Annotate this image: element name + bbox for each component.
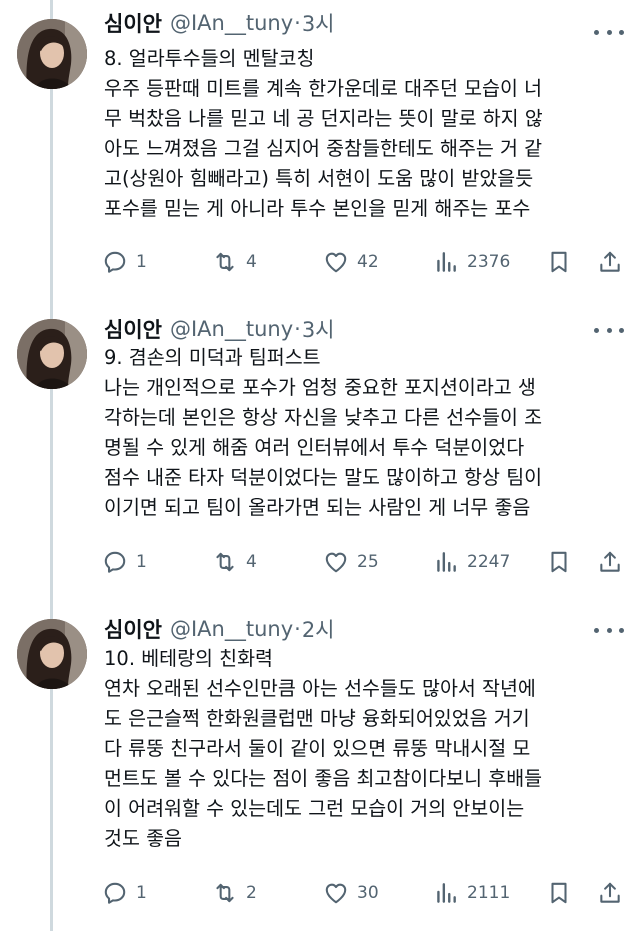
views-count: 2111 <box>467 883 511 903</box>
author-name[interactable]: 심이안 <box>104 314 162 344</box>
avatar[interactable] <box>17 619 87 689</box>
avatar-image <box>17 619 87 689</box>
more-icon[interactable] <box>594 320 624 340</box>
views-icon <box>437 552 456 572</box>
tweet-line: 먼트도 볼 수 있다는 점이 좋음 최고참이다보니 후배들 <box>104 767 543 790</box>
more-icon[interactable] <box>594 22 624 42</box>
separator-dot: · <box>294 11 301 35</box>
more-icon[interactable] <box>594 620 624 640</box>
bookmark-button[interactable] <box>546 547 572 577</box>
share-button[interactable] <box>597 247 623 277</box>
tweet-line: 도 은근슬쩍 한화원클럽맨 마냥 융화되어있었음 거기 <box>104 707 530 730</box>
separator-dot: · <box>294 617 301 641</box>
like-button[interactable]: 42 <box>323 247 379 277</box>
views-count: 2247 <box>467 552 511 572</box>
tweet-text: 9. 겸손의 미덕과 팀퍼스트 나는 개인적으로 포수가 엄청 중요한 포지션이… <box>104 343 624 523</box>
views-icon <box>437 252 456 272</box>
heart-icon <box>325 883 347 904</box>
share-icon <box>600 882 620 903</box>
views-icon <box>437 883 456 903</box>
author-name[interactable]: 심이안 <box>104 8 162 38</box>
share-button[interactable] <box>597 878 623 908</box>
tweet-actions: 1 4 25 2247 <box>100 547 630 577</box>
retweet-count: 4 <box>246 552 257 572</box>
tweet-line: 것도 좋음 <box>104 827 182 850</box>
views-button[interactable]: 2376 <box>433 247 510 277</box>
author-handle[interactable]: @IAn__tuny <box>170 317 293 341</box>
retweet-button[interactable]: 4 <box>212 547 257 577</box>
heart-icon <box>325 552 347 573</box>
bookmark-button[interactable] <box>546 247 572 277</box>
retweet-count: 2 <box>246 883 257 903</box>
reply-button[interactable]: 1 <box>102 247 147 277</box>
like-count: 42 <box>357 252 379 272</box>
share-icon <box>600 551 620 572</box>
author-name[interactable]: 심이안 <box>104 614 162 644</box>
tweet-line: 포수를 믿는 게 아니라 투수 본인을 믿게 해주는 포수 <box>104 197 531 220</box>
avatar[interactable] <box>17 19 87 89</box>
tweet-line: 나는 개인적으로 포수가 엄청 중요한 포지션이라고 생 <box>104 376 536 399</box>
retweet-button[interactable]: 4 <box>212 247 257 277</box>
tweet-line: 다 류뚱 친구라서 둘이 같이 있으면 류뚱 막내시절 모 <box>104 737 531 760</box>
tweet-line: 우주 등판때 미트를 계속 한가운데로 대주던 모습이 너 <box>104 77 543 100</box>
views-button[interactable]: 2247 <box>433 547 510 577</box>
tweet-line: 각하는데 본인은 항상 자신을 낮추고 다른 선수들이 조 <box>104 406 543 429</box>
reply-icon <box>104 551 126 573</box>
bookmark-button[interactable] <box>546 878 572 908</box>
share-icon <box>600 251 620 272</box>
tweet-1[interactable]: 심이안 @IAn__tuny · 3시 8. 얼라투수들의 멘탈코칭 우주 등판… <box>0 0 640 300</box>
reply-count: 1 <box>136 883 147 903</box>
tweet-line: 이 어려워할 수 있는데도 그런 모습이 거의 안보이는 <box>104 797 525 820</box>
views-count: 2376 <box>467 252 511 272</box>
reply-button[interactable]: 1 <box>102 547 147 577</box>
tweet-text: 10. 베테랑의 친화력 연차 오래된 선수인만큼 아는 선수들도 많아서 작년… <box>104 644 624 854</box>
bookmark-icon <box>551 551 567 573</box>
tweet-2[interactable]: 심이안 @IAn__tuny · 3시 9. 겸손의 미덕과 팀퍼스트 나는 개… <box>0 300 640 600</box>
timestamp[interactable]: 3시 <box>302 314 335 344</box>
tweet-title: 9. 겸손의 미덕과 팀퍼스트 <box>104 346 321 369</box>
tweet-line: 이기면 되고 팀이 올라가면 되는 사람인 게 너무 좋음 <box>104 496 531 519</box>
tweet-actions: 1 2 30 2111 <box>100 878 630 908</box>
like-button[interactable]: 25 <box>323 547 379 577</box>
bookmark-icon <box>551 251 567 273</box>
tweet-line: 무 벅찼음 나를 믿고 네 공 던지라는 뜻이 말로 하지 않 <box>104 107 543 130</box>
like-count: 30 <box>357 883 379 903</box>
tweet-line: 점수 내준 타자 덕분이었다는 말도 많이하고 항상 팀이 <box>104 466 543 489</box>
heart-icon <box>325 252 347 273</box>
bookmark-icon <box>551 882 567 904</box>
timestamp[interactable]: 3시 <box>302 8 335 38</box>
reply-count: 1 <box>136 252 147 272</box>
avatar[interactable] <box>17 319 87 389</box>
views-button[interactable]: 2111 <box>433 878 510 908</box>
share-button[interactable] <box>597 547 623 577</box>
avatar-image <box>17 319 87 389</box>
tweet-actions: 1 4 42 2376 <box>100 247 630 277</box>
tweet-line: 아도 느껴졌음 그걸 심지어 중참들한테도 해주는 거 같 <box>104 137 543 160</box>
retweet-icon <box>216 552 234 572</box>
retweet-button[interactable]: 2 <box>212 878 257 908</box>
reply-icon <box>104 882 126 904</box>
separator-dot: · <box>294 317 301 341</box>
like-count: 25 <box>357 552 379 572</box>
reply-count: 1 <box>136 552 147 572</box>
reply-icon <box>104 251 126 273</box>
like-button[interactable]: 30 <box>323 878 379 908</box>
tweet-line: 연차 오래된 선수인만큼 아는 선수들도 많아서 작년에 <box>104 677 536 700</box>
tweet-title: 10. 베테랑의 친화력 <box>104 647 273 670</box>
author-handle[interactable]: @IAn__tuny <box>170 11 293 35</box>
tweet-text: 8. 얼라투수들의 멘탈코칭 우주 등판때 미트를 계속 한가운데로 대주던 모… <box>104 44 624 224</box>
retweet-icon <box>216 883 234 903</box>
reply-button[interactable]: 1 <box>102 878 147 908</box>
tweet-3[interactable]: 심이안 @IAn__tuny · 2시 10. 베테랑의 친화력 연차 오래된 … <box>0 600 640 931</box>
retweet-icon <box>216 252 234 272</box>
avatar-image <box>17 19 87 89</box>
retweet-count: 4 <box>246 252 257 272</box>
tweet-title: 8. 얼라투수들의 멘탈코칭 <box>104 47 315 70</box>
tweet-line: 명될 수 있게 해줌 여러 인터뷰에서 투수 덕분이었다 <box>104 436 525 459</box>
timestamp[interactable]: 2시 <box>302 614 335 644</box>
author-handle[interactable]: @IAn__tuny <box>170 617 293 641</box>
tweet-line: 고(상원아 힘빼라고) 특히 서현이 도움 많이 받았을듯 <box>104 167 534 190</box>
